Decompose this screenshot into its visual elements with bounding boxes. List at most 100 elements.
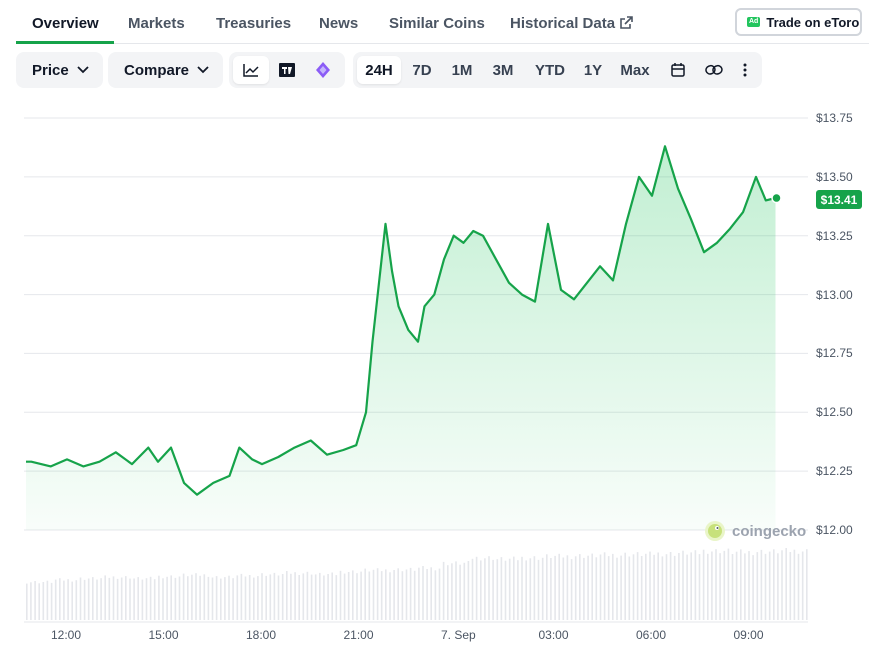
y-tick-label: $13.25 <box>816 228 853 243</box>
volume-bar <box>228 575 230 620</box>
volume-bar <box>678 553 680 620</box>
x-tick-label: 12:00 <box>51 628 82 642</box>
volume-bar <box>149 576 152 620</box>
volume-bar <box>372 569 375 620</box>
volume-bar <box>587 555 589 620</box>
volume-bar <box>558 553 560 620</box>
x-tick-label: 06:00 <box>636 628 667 642</box>
volume-bar <box>785 548 787 620</box>
volume-bar <box>232 578 234 620</box>
price-chart[interactable] <box>0 0 885 647</box>
volume-bar <box>591 553 593 620</box>
volume-bar <box>508 558 511 620</box>
volume-bar <box>657 552 659 620</box>
volume-bar <box>158 575 160 620</box>
volume-bar <box>352 570 354 620</box>
volume-bar <box>182 573 185 620</box>
volume-bar <box>471 558 474 620</box>
volume-bar <box>319 572 321 620</box>
volume-bar <box>690 552 692 620</box>
volume-bar <box>397 568 399 620</box>
volume-bar <box>434 570 437 620</box>
volume-bar <box>92 577 94 620</box>
volume-bar <box>281 574 284 620</box>
volume-bar <box>793 549 796 620</box>
y-tick-label: $13.00 <box>816 287 853 302</box>
volume-bar <box>442 561 445 620</box>
volume-bar <box>546 554 548 620</box>
volume-bar <box>673 555 676 620</box>
volume-bar <box>488 556 490 620</box>
volume-bar <box>108 577 111 620</box>
volume-bar <box>620 555 622 620</box>
y-tick-label: $12.00 <box>816 523 853 537</box>
volume-bar <box>30 582 32 620</box>
volume-bar <box>364 568 366 620</box>
volume-bar <box>566 555 569 620</box>
volume-bar <box>153 579 156 620</box>
gecko-logo-icon <box>705 521 725 541</box>
volume-bar <box>46 580 49 620</box>
volume-bar <box>632 554 635 620</box>
x-tick-label: 7. Sep <box>441 628 476 642</box>
volume-bar <box>579 554 581 620</box>
volume-bar <box>459 564 461 620</box>
volume-bar <box>603 552 606 620</box>
volume-bar <box>389 572 391 620</box>
volume-bar <box>645 553 647 620</box>
volume-bar <box>529 558 532 620</box>
volume-bar <box>492 559 494 620</box>
x-tick-label: 21:00 <box>343 628 374 642</box>
y-tick-label: $12.75 <box>816 346 853 361</box>
volume-bar <box>211 577 214 620</box>
y-tick-label: $12.50 <box>816 405 853 420</box>
volume-bar <box>628 556 631 620</box>
volume-bar <box>727 548 730 620</box>
volume-bar <box>682 550 684 620</box>
volume-bar <box>773 549 775 620</box>
volume-bar <box>166 576 168 620</box>
volume-bar <box>661 556 664 620</box>
volume-bar <box>777 553 779 620</box>
volume-bar <box>748 551 750 620</box>
volume-bar <box>599 554 602 620</box>
volume-bar <box>314 574 317 620</box>
volume-bar <box>665 554 668 620</box>
volume-bar <box>104 575 106 620</box>
volume-bar <box>554 555 556 620</box>
volume-bar <box>744 553 746 620</box>
volume-bar <box>669 552 672 620</box>
volume-bar <box>96 579 98 620</box>
volume-bar <box>715 549 717 620</box>
volume-bar <box>484 558 486 620</box>
volume-bar <box>463 562 466 620</box>
x-tick-label: 15:00 <box>148 628 179 642</box>
volume-bar <box>426 569 428 620</box>
volume-bar <box>253 577 255 620</box>
volume-bar <box>257 576 259 620</box>
x-tick-label: 03:00 <box>538 628 569 642</box>
volume-bar <box>413 570 416 620</box>
volume-bar <box>719 553 721 620</box>
volume-bar <box>380 571 383 620</box>
volume-bar <box>570 559 573 620</box>
volume-bar <box>789 552 792 620</box>
volume-bar <box>248 575 251 620</box>
volume-bar <box>261 573 263 620</box>
volume-bar <box>781 550 783 620</box>
volume-bar <box>335 575 338 620</box>
volume-bar <box>265 575 267 620</box>
volume-bar <box>513 556 515 620</box>
volume-bar <box>756 552 759 620</box>
volume-bar <box>467 561 470 620</box>
volume-bar <box>653 554 655 620</box>
volume-bar <box>711 551 713 620</box>
volume-bar <box>54 579 57 620</box>
volume-bar <box>339 570 342 620</box>
volume-bar <box>500 557 503 620</box>
volume-bar <box>290 573 292 620</box>
volume-bar <box>698 554 701 620</box>
volume-bar <box>63 580 65 620</box>
volume-bar <box>595 557 598 620</box>
volume-bar <box>120 577 123 620</box>
